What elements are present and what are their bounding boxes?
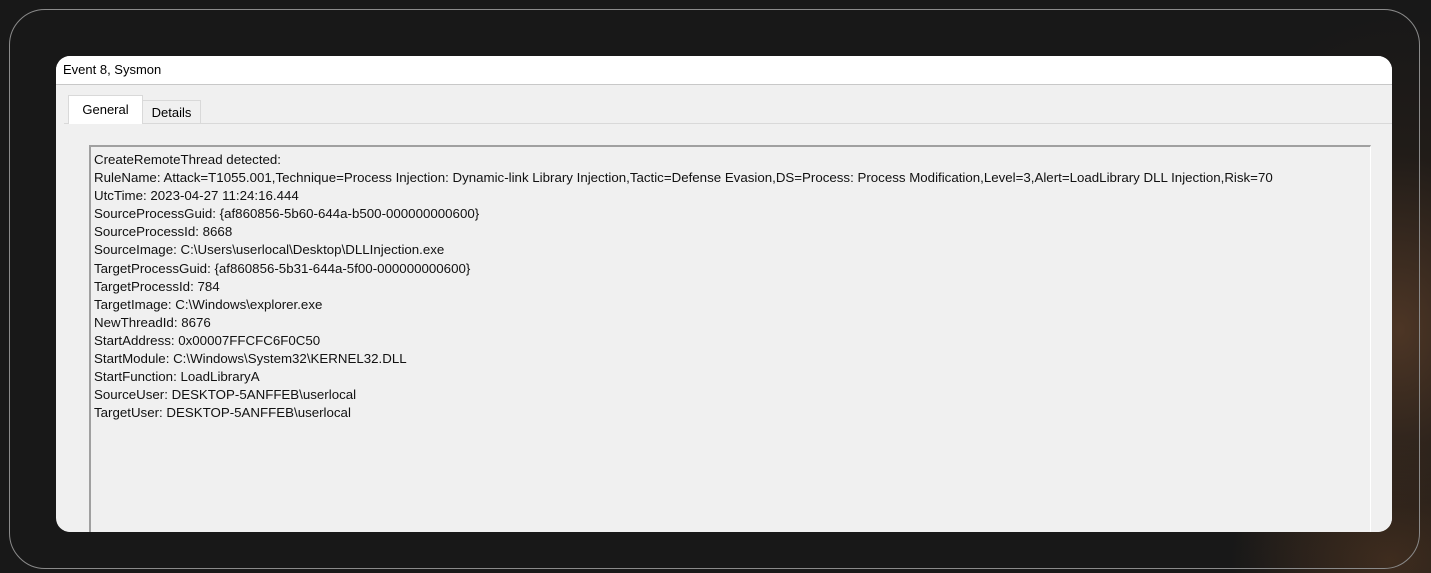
rule-name-field: RuleName: Attack=T1055.001,Technique=Pro… <box>94 170 1273 186</box>
event-header: CreateRemoteThread detected: <box>94 152 282 167</box>
event-properties-window: Event 8, Sysmon General Details CreateRe… <box>56 56 1392 532</box>
title-bar: Event 8, Sysmon <box>56 56 1392 85</box>
start-module-field: StartModule: C:\Windows\System32\KERNEL3… <box>94 351 407 367</box>
source-process-id-field: SourceProcessId: 8668 <box>94 224 233 240</box>
tab-strip <box>56 85 1392 125</box>
source-image-field: SourceImage: C:\Users\userlocal\Desktop\… <box>94 242 445 258</box>
tab-general[interactable]: General <box>68 95 143 124</box>
start-address-field: StartAddress: 0x00007FFCFC6F0C50 <box>94 332 321 348</box>
event-description-box[interactable]: CreateRemoteThread detected: RuleName: A… <box>89 145 1371 532</box>
source-process-guid-field: SourceProcessGuid: {af860856-5b60-644a-b… <box>94 206 480 222</box>
target-process-id-field: TargetProcessId: 784 <box>94 278 220 294</box>
start-function-field: StartFunction: LoadLibraryA <box>94 369 260 385</box>
target-process-guid-field: TargetProcessGuid: {af860856-5b31-644a-5… <box>94 260 471 276</box>
general-tab-panel: CreateRemoteThread detected: RuleName: A… <box>64 124 1392 532</box>
utc-time-field: UtcTime: 2023-04-27 11:24:16.444 <box>94 188 299 204</box>
tab-details[interactable]: Details <box>143 100 201 123</box>
window-title: Event 8, Sysmon <box>63 62 162 77</box>
target-image-field: TargetImage: C:\Windows\explorer.exe <box>94 296 323 312</box>
source-user-field: SourceUser: DESKTOP-5ANFFEB\userlocal <box>94 387 357 403</box>
target-user-field: TargetUser: DESKTOP-5ANFFEB\userlocal <box>94 405 351 421</box>
new-thread-id-field: NewThreadId: 8676 <box>94 314 211 330</box>
